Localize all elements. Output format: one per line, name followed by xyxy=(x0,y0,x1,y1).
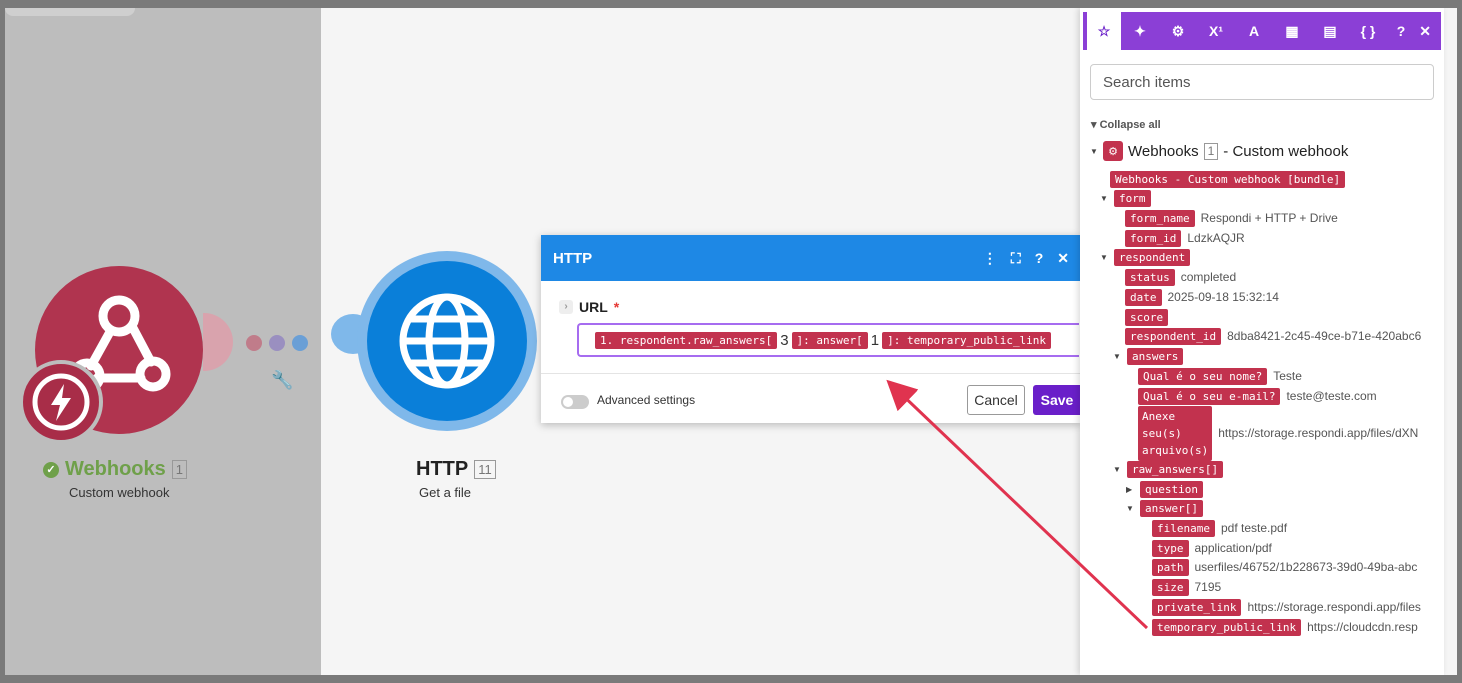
divider xyxy=(541,373,1081,374)
help-icon[interactable]: ? xyxy=(1035,250,1044,267)
tree-item-question-attachments[interactable]: Anexe seu(s) arquivo(s) https://storage.re… xyxy=(1138,405,1418,461)
tree-item-date[interactable]: date 2025-09-18 15:32:14 xyxy=(1125,288,1279,306)
close-icon[interactable]: ✕ xyxy=(1057,250,1069,267)
caret-down-icon: ▼ xyxy=(1100,193,1108,203)
tree-item-private-link[interactable]: private_link https://storage.respondi.app… xyxy=(1152,598,1421,616)
http-module[interactable] xyxy=(367,261,527,421)
tab-ai-icon[interactable]: ✦ xyxy=(1121,12,1159,50)
caret-down-icon: ▼ xyxy=(1090,146,1098,156)
tree-item-question-name[interactable]: Qual é o seu nome? Teste xyxy=(1138,367,1302,385)
wrench-icon[interactable]: 🔧 xyxy=(271,370,293,391)
globe-icon xyxy=(399,293,495,389)
tree-item-question-email[interactable]: Qual é o seu e-mail? teste@teste.com xyxy=(1138,387,1377,405)
tab-text-icon[interactable]: A xyxy=(1235,12,1273,50)
caret-down-icon: ▼ xyxy=(1100,252,1108,262)
tab-math-icon[interactable]: X¹ xyxy=(1197,12,1235,50)
tree-item-raw-answers[interactable]: ▼ raw_answers[] xyxy=(1113,460,1224,478)
tree-item-form-name[interactable]: form_name Respondi + HTTP + Drive xyxy=(1125,209,1338,227)
expand-icon[interactable]: ⛶ xyxy=(1011,250,1021,267)
token-text: 3 xyxy=(780,331,789,349)
mapping-tabs: ☆ ✦ ⚙ X¹ A ▦ ▤ { } ? ✕ xyxy=(1083,12,1441,50)
route-dot xyxy=(269,335,285,351)
tab-date-icon[interactable]: ▦ xyxy=(1273,12,1311,50)
token-text: 1 xyxy=(870,331,880,349)
close-icon[interactable]: ✕ xyxy=(1419,23,1431,40)
tab-general-icon[interactable]: ⚙ xyxy=(1159,12,1197,50)
module-number: 1 xyxy=(171,460,187,479)
chevron-right-icon[interactable]: › xyxy=(559,300,573,314)
advanced-settings-label: Advanced settings xyxy=(597,393,696,407)
tab-array-icon[interactable]: ▤ xyxy=(1311,12,1349,50)
collapse-all-link[interactable]: ▾ Collapse all xyxy=(1091,118,1161,131)
help-icon[interactable]: ? xyxy=(1397,23,1406,40)
route-dot xyxy=(292,335,308,351)
tree-item-respondent-id[interactable]: respondent_id 8dba8421-2c45-49ce-b71e-420… xyxy=(1125,327,1421,345)
tree-item-path[interactable]: path userfiles/46752/1b228673-39d0-49ba-a… xyxy=(1152,558,1417,576)
tree-item-bundle[interactable]: Webhooks - Custom webhook [bundle] xyxy=(1110,170,1346,188)
module-number: 1 xyxy=(1203,142,1219,160)
http-module-subtitle: Get a file xyxy=(419,485,472,500)
tree-item-score[interactable]: score xyxy=(1125,308,1169,326)
tree-item-form[interactable]: ▼ form xyxy=(1100,189,1151,207)
webhook-icon: ⚙ xyxy=(1103,141,1123,161)
save-button[interactable]: Save xyxy=(1033,385,1081,415)
mapped-token[interactable]: 1. respondent.raw_answers[ xyxy=(595,331,778,349)
mapped-token[interactable]: ]: temporary_public_link xyxy=(882,331,1052,349)
webhooks-module-subtitle: Custom webhook xyxy=(69,485,170,500)
tree-item-type[interactable]: type application/pdf xyxy=(1152,539,1272,557)
dialog-header: HTTP ⋮ ⛶ ? ✕ xyxy=(541,235,1081,281)
tree-item-filename[interactable]: filename pdf teste.pdf xyxy=(1152,519,1287,537)
mapped-token[interactable]: ]: answer[ xyxy=(791,331,868,349)
lightning-icon xyxy=(32,373,90,431)
mapping-panel: ☆ ✦ ⚙ X¹ A ▦ ▤ { } ? ✕ ▾ Collapse all ▼ … xyxy=(1080,8,1444,675)
caret-down-icon: ▼ xyxy=(1126,503,1134,513)
http-module-title: HTTP 11 xyxy=(416,458,496,481)
search-input[interactable] xyxy=(1090,64,1434,100)
webhook-connector xyxy=(203,313,237,373)
caret-down-icon: ▼ xyxy=(1113,351,1121,361)
url-input[interactable]: 1. respondent.raw_answers[ 3 ]: answer[ … xyxy=(577,323,1079,357)
advanced-settings-toggle[interactable] xyxy=(561,395,589,409)
module-number: 11 xyxy=(474,460,496,479)
tree-module-header[interactable]: ▼ ⚙ Webhooks 1 - Custom webhook xyxy=(1090,141,1348,161)
cancel-button[interactable]: Cancel xyxy=(967,385,1025,415)
tree-item-temporary-public-link[interactable]: temporary_public_link https://cloudcdn.re… xyxy=(1152,618,1418,636)
dialog-title: HTTP xyxy=(553,249,593,267)
success-check-icon: ✓ xyxy=(43,461,59,478)
url-field-label: › URL * xyxy=(559,299,619,315)
tree-item-question[interactable]: ▶ question xyxy=(1126,480,1203,498)
tree-item-answer[interactable]: ▼ answer[] xyxy=(1126,499,1203,517)
tree-item-status[interactable]: status completed xyxy=(1125,268,1236,286)
instant-trigger-badge xyxy=(19,360,103,444)
tab-favorites-icon[interactable]: ☆ xyxy=(1087,12,1121,50)
tree-item-size[interactable]: size 7195 xyxy=(1152,578,1221,596)
more-options-icon[interactable]: ⋮ xyxy=(983,250,997,267)
tab-json-icon[interactable]: { } xyxy=(1349,12,1387,50)
scenario-canvas[interactable]: 🔧 ✓ Webhooks 1 Custom webhook HTTP 11 Ge… xyxy=(5,8,1457,675)
tree-item-answers[interactable]: ▼ answers xyxy=(1113,347,1184,365)
tree-item-form-id[interactable]: form_id LdzkAQJR xyxy=(1125,229,1245,247)
http-settings-dialog: HTTP ⋮ ⛶ ? ✕ › URL * 1. respondent.raw_an… xyxy=(541,235,1081,423)
caret-right-icon: ▶ xyxy=(1126,484,1133,494)
route-dot xyxy=(246,335,262,351)
required-mark: * xyxy=(613,299,620,315)
caret-down-icon: ▼ xyxy=(1113,464,1121,474)
tree-item-respondent[interactable]: ▼ respondent xyxy=(1100,248,1191,266)
webhooks-module-title: ✓ Webhooks 1 xyxy=(43,458,187,481)
